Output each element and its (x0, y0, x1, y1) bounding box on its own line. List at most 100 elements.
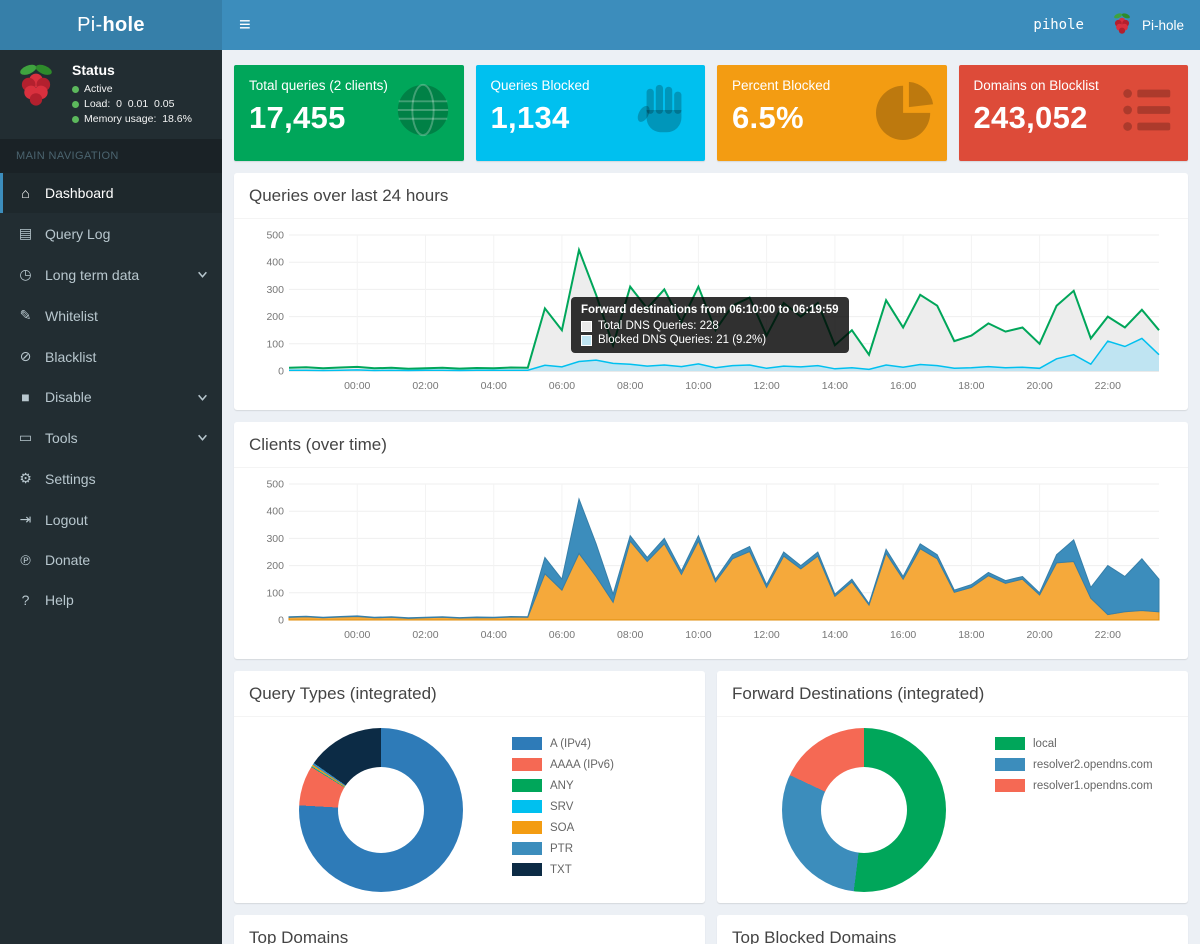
legend-item-srv[interactable]: SRV (512, 800, 690, 813)
legend-item-local[interactable]: local (995, 737, 1173, 750)
legend-swatch (512, 821, 542, 834)
queries-over-time-chart[interactable]: 010020030040050000:0002:0004:0006:0008:0… (234, 219, 1188, 410)
stat-box-total-queries-2-clients: Total queries (2 clients)17,455 (234, 65, 464, 161)
query-types-donut[interactable] (299, 728, 463, 892)
sidebar-toggle-button[interactable]: ≡ (222, 0, 268, 50)
sidebar-item-label: Logout (45, 512, 88, 528)
brand-logo[interactable]: Pi-hole (0, 0, 222, 50)
status-dot-icon (72, 86, 79, 93)
user-menu-label: Pi-hole (1142, 18, 1184, 33)
panel-title-top-blocked: Top Blocked Domains (717, 915, 1188, 944)
sign-out-icon: ⇥ (16, 511, 35, 528)
raspberry-icon (1110, 12, 1134, 36)
legend-item-resolver2-opendns-com[interactable]: resolver2.opendns.com (995, 758, 1173, 771)
file-text-icon: ▤ (16, 225, 35, 242)
legend-item-ptr[interactable]: PTR (512, 842, 690, 855)
status-line: Active (72, 83, 192, 95)
legend-label: AAAA (IPv6) (550, 759, 614, 771)
status-title: Status (72, 62, 192, 78)
sidebar-item-blacklist[interactable]: ⊘Blacklist (0, 336, 222, 377)
sidebar-item-label: Donate (45, 552, 90, 568)
svg-text:400: 400 (266, 506, 284, 518)
svg-text:00:00: 00:00 (344, 629, 370, 641)
chevron-down-icon (197, 432, 208, 443)
legend-swatch (512, 737, 542, 750)
legend-label: TXT (550, 864, 572, 876)
legend-item-soa[interactable]: SOA (512, 821, 690, 834)
legend-swatch (512, 842, 542, 855)
clients-over-time-chart[interactable]: 010020030040050000:0002:0004:0006:0008:0… (234, 468, 1188, 659)
svg-text:14:00: 14:00 (822, 629, 848, 641)
legend-swatch (512, 863, 542, 876)
legend-item-resolver1-opendns-com[interactable]: resolver1.opendns.com (995, 779, 1173, 792)
status-line: Memory usage: 18.6% (72, 113, 192, 125)
sidebar-item-logout[interactable]: ⇥ Logout (0, 499, 222, 540)
svg-text:00:00: 00:00 (344, 380, 370, 392)
list-icon (1116, 79, 1178, 144)
legend-item-a-ipv4[interactable]: A (IPv4) (512, 737, 690, 750)
stat-box-domains-on-blocklist: Domains on Blocklist243,052 (959, 65, 1189, 161)
sidebar-item-label: Long term data (45, 267, 139, 283)
legend-label: resolver2.opendns.com (1033, 759, 1153, 771)
svg-text:12:00: 12:00 (754, 629, 780, 641)
forward-destinations-donut[interactable] (782, 728, 946, 892)
status-line: Load: 0 0.01 0.05 (72, 98, 192, 110)
sidebar-item-dashboard[interactable]: ⌂Dashboard (0, 173, 222, 213)
hand-icon (633, 79, 695, 144)
query-types-legend: A (IPv4) AAAA (IPv6) ANY SRV SOA PTR TXT (512, 725, 690, 895)
nav-section-header: MAIN NAVIGATION (0, 139, 222, 173)
sidebar-item-tools[interactable]: ▭Tools (0, 417, 222, 458)
svg-text:18:00: 18:00 (958, 629, 984, 641)
raspberry-icon (12, 62, 60, 110)
queries-over-time-panel: Queries over last 24 hours 0100200300400… (234, 173, 1188, 410)
pie-chart-icon (875, 79, 937, 144)
svg-text:300: 300 (266, 284, 284, 296)
svg-text:06:00: 06:00 (549, 380, 575, 392)
svg-text:400: 400 (266, 257, 284, 269)
legend-swatch (995, 758, 1025, 771)
sidebar-item-label: Blacklist (45, 349, 96, 365)
legend-swatch (512, 758, 542, 771)
user-menu[interactable]: Pi-hole (1110, 0, 1184, 50)
sidebar-item-long-term-data[interactable]: ◷Long term data (0, 254, 222, 295)
status-dot-icon (72, 101, 79, 108)
svg-text:500: 500 (266, 230, 284, 242)
clients-chart-svg[interactable]: 010020030040050000:0002:0004:0006:0008:0… (249, 476, 1173, 646)
pihole-logo-icon (1110, 12, 1134, 39)
stat-box-percent-blocked: Percent Blocked6.5% (717, 65, 947, 161)
legend-label: A (IPv4) (550, 738, 591, 750)
legend-item-any[interactable]: ANY (512, 779, 690, 792)
svg-text:04:00: 04:00 (481, 629, 507, 641)
sidebar-item-disable[interactable]: ■Disable (0, 377, 222, 417)
legend-label: SOA (550, 822, 574, 834)
status-panel: Status Active Load: 0 0.01 0.05 Memory usa… (0, 50, 222, 139)
svg-text:20:00: 20:00 (1026, 629, 1052, 641)
forward-destinations-legend: local resolver2.opendns.com resolver1.open… (995, 725, 1173, 895)
legend-swatch (995, 779, 1025, 792)
panel-title-top-domains: Top Domains (234, 915, 705, 944)
sidebar-item-whitelist[interactable]: ✎Whitelist (0, 295, 222, 336)
sidebar-item-settings[interactable]: ⚙Settings (0, 458, 222, 499)
queries-chart-svg[interactable]: 010020030040050000:0002:0004:0006:0008:0… (249, 227, 1173, 397)
svg-text:10:00: 10:00 (685, 629, 711, 641)
stat-box-queries-blocked: Queries Blocked1,134 (476, 65, 706, 161)
brand-text-bold: hole (103, 14, 145, 37)
panel-title-queries: Queries over last 24 hours (234, 173, 1188, 219)
svg-text:08:00: 08:00 (617, 629, 643, 641)
svg-text:06:00: 06:00 (549, 629, 575, 641)
raspberry-logo-icon (12, 62, 60, 113)
svg-text:200: 200 (266, 311, 284, 323)
svg-text:100: 100 (266, 338, 284, 350)
top-navbar: Pi-hole ≡ pihole Pi-hole (0, 0, 1200, 50)
main-content: Total queries (2 clients)17,455Queries B… (222, 50, 1200, 944)
clients-over-time-panel: Clients (over time) 010020030040050000:0… (234, 422, 1188, 659)
legend-item-txt[interactable]: TXT (512, 863, 690, 876)
sidebar-item-query-log[interactable]: ▤Query Log (0, 213, 222, 254)
chevron-down-icon (197, 269, 208, 280)
sidebar-item-donate[interactable]: ℗ Donate (0, 540, 222, 580)
sidebar-item-help[interactable]: ?Help (0, 580, 222, 620)
paypal-icon: ℗ (16, 552, 35, 568)
svg-text:14:00: 14:00 (822, 380, 848, 392)
legend-item-aaaa-ipv6[interactable]: AAAA (IPv6) (512, 758, 690, 771)
chevron-down-icon (197, 392, 208, 403)
